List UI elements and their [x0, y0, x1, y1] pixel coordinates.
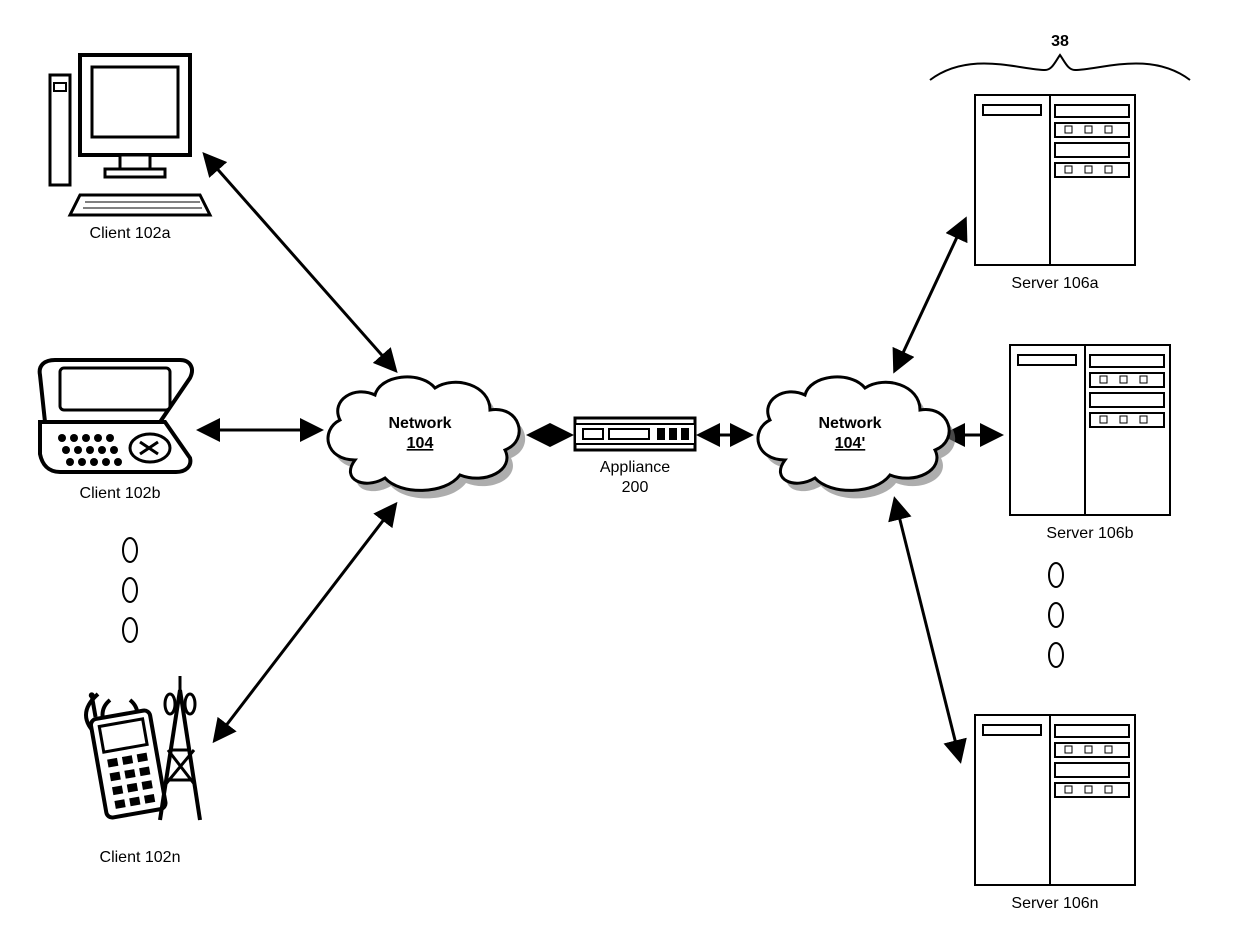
server-b-label: Server 106b [1046, 525, 1133, 542]
client-a: Client 102a [50, 55, 210, 242]
client-n: Client 102n [85, 676, 200, 866]
client-a-label: Client 102a [90, 225, 171, 242]
link-network-right-server-n [895, 500, 960, 760]
server-group-bracket: 38 [930, 33, 1190, 80]
client-b-label: Client 102b [80, 485, 161, 502]
servers-ellipsis-icon [1049, 563, 1063, 667]
link-client-n-network-left [215, 505, 395, 740]
server-n: Server 106n [975, 715, 1135, 912]
appliance: Appliance 200 [575, 418, 695, 496]
client-n-label: Client 102n [100, 849, 181, 866]
server-n-label: Server 106n [1011, 895, 1098, 912]
network-right-id: 104' [835, 435, 866, 452]
server-a-label: Server 106a [1011, 275, 1098, 292]
network-right: Network 104' [758, 377, 955, 498]
appliance-id: 200 [622, 479, 649, 496]
network-right-title: Network [818, 415, 881, 432]
server-group-label: 38 [1051, 33, 1069, 50]
link-network-right-server-a [895, 220, 965, 370]
client-b: Client 102b [40, 360, 192, 502]
server-b: Server 106b [1010, 345, 1170, 542]
network-left-title: Network [388, 415, 451, 432]
network-left: Network 104 [328, 377, 525, 498]
link-client-a-network-left [205, 155, 395, 370]
clients-ellipsis-icon [123, 538, 137, 642]
appliance-title: Appliance [600, 459, 670, 476]
server-a: Server 106a [975, 95, 1135, 292]
network-left-id: 104 [407, 435, 434, 452]
